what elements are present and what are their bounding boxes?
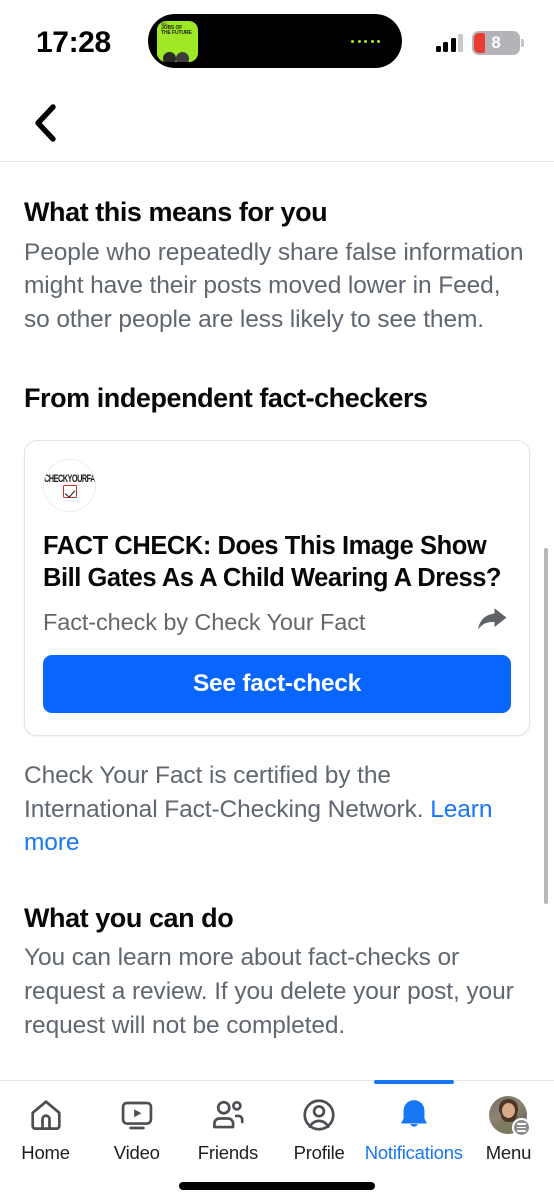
status-time: 17:28: [36, 26, 111, 59]
tab-label-home: Home: [21, 1142, 70, 1163]
section-body-means: People who repeatedly share false inform…: [24, 238, 524, 333]
tab-friends[interactable]: Friends: [182, 1081, 273, 1173]
section-body-cando: You can learn more about fact-checks or …: [24, 944, 514, 1039]
fact-check-headline: FACT CHECK: Does This Image Show Bill Ga…: [43, 532, 502, 593]
profile-icon: [300, 1095, 338, 1135]
back-button[interactable]: [22, 100, 68, 146]
fact-check-attribution: Fact-check by Check Your Fact: [43, 609, 366, 636]
bell-icon: [395, 1095, 433, 1135]
fact-check-card[interactable]: CHECKYOURFACT FACT CHECK: Does This Imag…: [24, 440, 530, 736]
now-playing-artwork: BBC JOBS OF THE FUTURE: [157, 20, 198, 62]
share-arrow-icon: [478, 608, 507, 630]
tab-label-profile: Profile: [293, 1142, 345, 1163]
active-tab-indicator: [373, 1080, 454, 1084]
tab-label-menu: Menu: [485, 1142, 532, 1163]
friends-icon: [209, 1095, 247, 1135]
tab-label-friends: Friends: [197, 1142, 259, 1163]
tab-label-video: Video: [113, 1142, 160, 1163]
section-title-cando: What you can do: [24, 902, 234, 933]
tab-notifications[interactable]: Notifications: [364, 1080, 463, 1173]
main-content: What this means for you People who repea…: [0, 163, 554, 1080]
tab-home[interactable]: Home: [0, 1081, 91, 1173]
audio-waveform-icon: [351, 39, 380, 43]
battery-level-label: 8: [491, 33, 501, 52]
tab-label-notifications: Notifications: [364, 1142, 463, 1163]
see-fact-check-button[interactable]: See fact-check: [43, 654, 511, 713]
video-icon: [118, 1095, 156, 1135]
tab-menu[interactable]: Menu: [463, 1081, 554, 1173]
status-indicators: 8: [435, 29, 524, 55]
artwork-figures: [161, 45, 195, 62]
certification-text: Check Your Fact is certified by the Inte…: [24, 761, 431, 823]
vertical-scrollbar[interactable]: [544, 548, 548, 904]
logo-checkbox-icon: [62, 485, 77, 499]
artwork-title: JOBS OF THE FUTURE: [161, 24, 192, 37]
tab-video[interactable]: Video: [91, 1081, 182, 1173]
section-what-you-can-do: What you can do You can learn more about…: [24, 902, 530, 1042]
section-title-fact-checkers: From independent fact-checkers: [24, 383, 428, 414]
share-button[interactable]: [473, 602, 511, 636]
avatar: [489, 1096, 532, 1137]
nav-header: [0, 84, 554, 162]
menu-avatar-icon: [489, 1095, 532, 1137]
home-icon: [27, 1095, 65, 1135]
section-what-this-means: What this means for you People who repea…: [24, 196, 530, 336]
certification-note: Check Your Fact is certified by the Inte…: [24, 759, 530, 860]
hamburger-badge-icon: [512, 1118, 532, 1137]
chevron-left-icon: [35, 103, 56, 142]
fact-checker-logo-icon: CHECKYOURFACT: [43, 459, 96, 513]
dynamic-island[interactable]: BBC JOBS OF THE FUTURE: [148, 14, 402, 68]
battery-icon: 8: [472, 31, 524, 55]
home-indicator: [179, 1182, 375, 1190]
section-title-means: What this means for you: [24, 197, 328, 227]
fact-check-meta-row: Fact-check by Check Your Fact: [43, 602, 511, 638]
status-bar: 17:28 BBC JOBS OF THE FUTURE 8: [0, 0, 554, 84]
cellular-signal-icon: [435, 34, 463, 52]
tab-profile[interactable]: Profile: [274, 1081, 365, 1173]
phone-screen: 17:28 BBC JOBS OF THE FUTURE 8 What this…: [0, 0, 554, 1200]
logo-wordmark: CHECKYOURFACT: [44, 472, 96, 486]
